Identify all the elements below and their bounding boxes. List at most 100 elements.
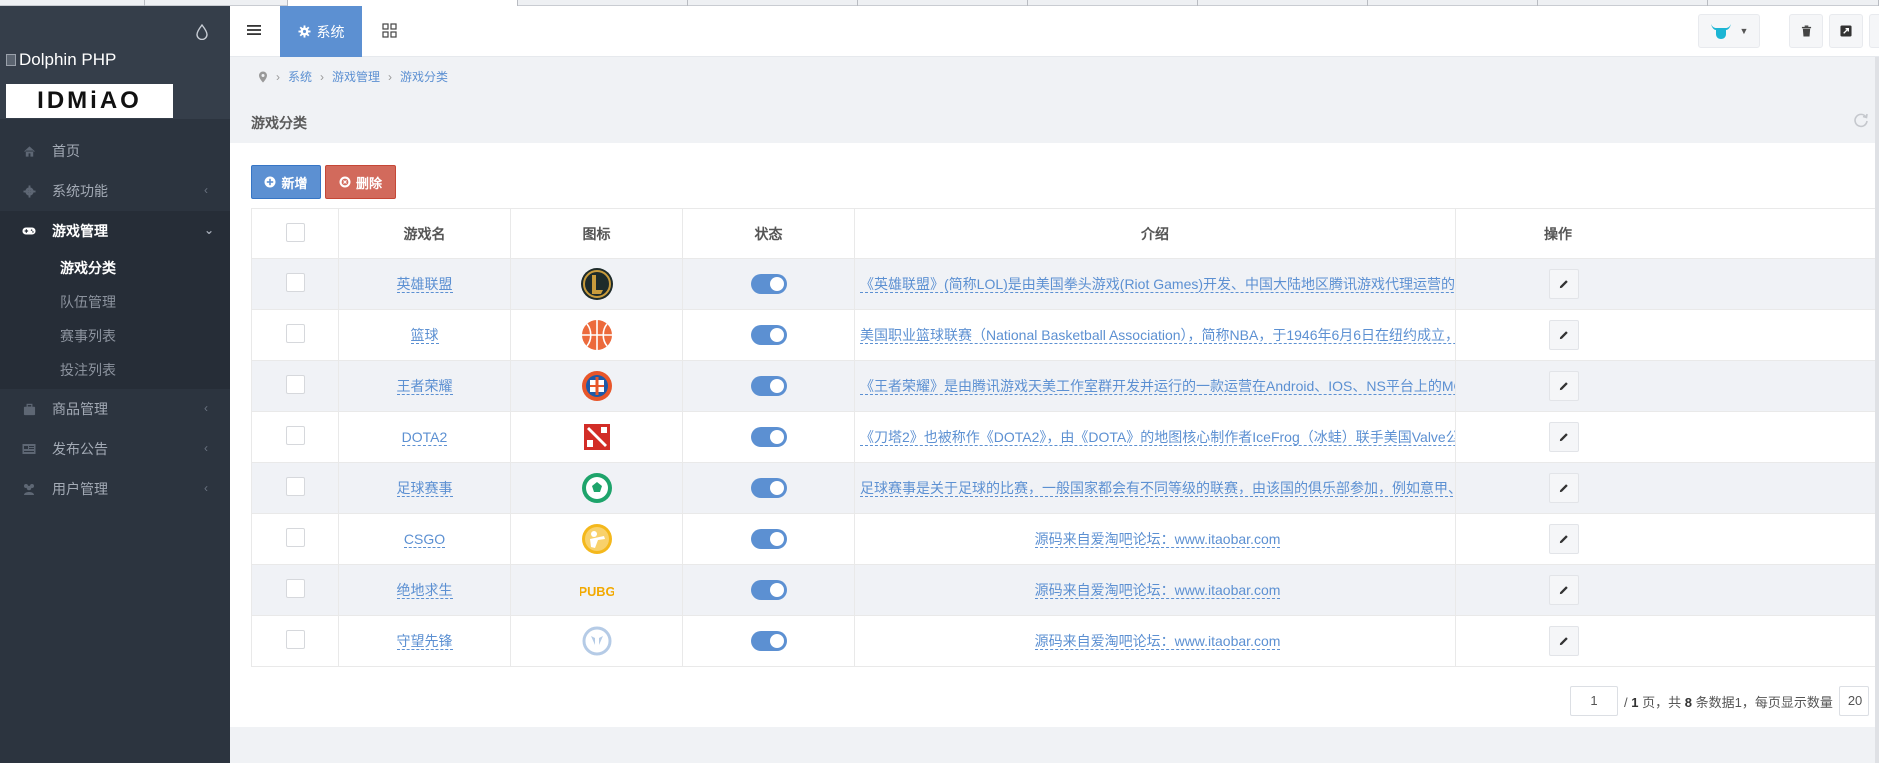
- game-name-cell: DOTA2: [338, 411, 511, 463]
- status-toggle[interactable]: [750, 478, 787, 498]
- theme-drop-icon[interactable]: [196, 24, 208, 40]
- row-checkbox[interactable]: [285, 324, 305, 343]
- intro-cell: 源码来自爱淘吧论坛：www.itaobar.com: [854, 564, 1456, 616]
- browser-tab[interactable]: [1708, 0, 1879, 6]
- honor-of-kings-icon: [581, 371, 612, 401]
- intro-link[interactable]: 《英雄联盟》(简称LOL)是由美国拳头游戏(Riot Games)开发、中国大陆…: [860, 276, 1455, 293]
- menu-toggle-icon[interactable]: [246, 22, 262, 38]
- game-name-link[interactable]: 英雄联盟: [396, 276, 453, 293]
- status-toggle[interactable]: [750, 631, 787, 651]
- page-size-input[interactable]: 20: [1838, 686, 1869, 716]
- gamepad-icon: [22, 224, 36, 238]
- status-toggle[interactable]: [750, 325, 787, 345]
- clear-cache-button[interactable]: [1789, 14, 1823, 48]
- sidebar-subitem-team-management[interactable]: 队伍管理: [0, 285, 230, 319]
- site-logo[interactable]: IDMiAO: [6, 84, 173, 118]
- sidebar-subitem-bet-list[interactable]: 投注列表: [0, 353, 230, 387]
- game-name-link[interactable]: 绝地求生: [396, 582, 453, 599]
- user-menu-button[interactable]: ▼: [1698, 14, 1760, 48]
- browser-tab[interactable]: [0, 0, 145, 6]
- intro-link[interactable]: 《刀塔2》也被称作《DOTA2》，由《DOTA》的地图核心制作者IceFrog（…: [860, 429, 1455, 446]
- browser-tab[interactable]: [518, 0, 688, 6]
- edit-button[interactable]: [1549, 575, 1579, 605]
- browser-tab-active[interactable]: [288, 0, 518, 6]
- sidebar-item-home[interactable]: 首页: [0, 131, 230, 171]
- game-name-link[interactable]: 足球赛事: [396, 480, 453, 497]
- breadcrumb-separator: ›: [320, 69, 325, 84]
- select-all-checkbox[interactable]: [285, 222, 305, 242]
- scrollbar[interactable]: [1875, 57, 1879, 763]
- game-name-link[interactable]: 守望先锋: [396, 633, 453, 650]
- intro-link[interactable]: 源码来自爱淘吧论坛：www.itaobar.com: [1034, 633, 1281, 650]
- chevron-left-icon: ‹: [204, 401, 208, 415]
- breadcrumb-item[interactable]: 游戏管理: [332, 68, 380, 85]
- intro-link[interactable]: 《王者荣耀》是由腾讯游戏天美工作室群开发并运行的一款运营在Android、IOS…: [860, 378, 1455, 395]
- table-row: DOTA2 《刀塔2》也被称作《DOTA2》，由《DOTA》的地图核心制作者Ic…: [251, 411, 1879, 463]
- add-button[interactable]: 新增: [251, 165, 321, 199]
- edit-button[interactable]: [1549, 320, 1579, 350]
- browser-tab[interactable]: [145, 0, 288, 6]
- count-suffix: 条数据1，每页显示数量: [1695, 694, 1833, 710]
- sidebar-subitem-game-category[interactable]: 游戏分类: [0, 251, 230, 285]
- sidebar-item-system[interactable]: 系统功能 ‹: [0, 171, 230, 211]
- edit-button[interactable]: [1549, 473, 1579, 503]
- browser-tab[interactable]: [688, 0, 858, 6]
- status-toggle[interactable]: [750, 529, 787, 549]
- game-icon-cell: [510, 411, 683, 463]
- game-name-link[interactable]: DOTA2: [401, 429, 448, 446]
- open-frontend-button[interactable]: [1829, 14, 1863, 48]
- intro-link[interactable]: 源码来自爱淘吧论坛：www.itaobar.com: [1034, 582, 1281, 599]
- pencil-icon: [1559, 331, 1568, 340]
- breadcrumb-item[interactable]: 游戏分类: [400, 68, 448, 85]
- sidebar-item-product-management[interactable]: 商品管理 ‹: [0, 389, 230, 429]
- sidebar-subitem-match-list[interactable]: 赛事列表: [0, 319, 230, 353]
- intro-link[interactable]: 源码来自爱淘吧论坛：www.itaobar.com: [1034, 531, 1281, 548]
- refresh-icon[interactable]: [1853, 112, 1869, 128]
- row-checkbox[interactable]: [285, 375, 305, 394]
- actions-cell: [1455, 309, 1879, 361]
- column-header-status[interactable]: 状态: [682, 208, 855, 259]
- browser-tab[interactable]: [1368, 0, 1538, 6]
- game-name-link[interactable]: CSGO: [403, 531, 446, 548]
- sidebar-item-announcement[interactable]: 发布公告 ‹: [0, 429, 230, 469]
- column-header-name[interactable]: 游戏名: [338, 208, 511, 259]
- sidebar-item-user-management[interactable]: 用户管理 ‹: [0, 469, 230, 509]
- grid-apps-icon[interactable]: [382, 23, 397, 38]
- browser-tab[interactable]: [1538, 0, 1708, 6]
- actions-cell: [1455, 462, 1879, 514]
- game-name-link[interactable]: 篮球: [410, 327, 439, 344]
- game-category-table: 游戏名 图标 状态 介绍 操作 英雄联盟 《英雄联盟》(简称LOL)是由美国拳头…: [251, 208, 1879, 667]
- row-checkbox[interactable]: [285, 477, 305, 496]
- game-name-link[interactable]: 王者荣耀: [396, 378, 453, 395]
- breadcrumb-item[interactable]: 系统: [288, 68, 312, 85]
- row-checkbox[interactable]: [285, 528, 305, 547]
- sidebar-item-game-management[interactable]: 游戏管理 ⌄: [0, 211, 230, 251]
- row-checkbox[interactable]: [285, 273, 305, 292]
- intro-cell: 足球赛事是关于足球的比赛，一般国家都会有不同等级的联赛，由该国的俱乐部参加，例如…: [854, 462, 1456, 514]
- edit-button[interactable]: [1549, 371, 1579, 401]
- browser-tab[interactable]: [1198, 0, 1368, 6]
- header-edge-button[interactable]: [1869, 14, 1879, 48]
- status-toggle[interactable]: [750, 580, 787, 600]
- status-toggle[interactable]: [750, 376, 787, 396]
- gear-icon: [22, 184, 36, 198]
- browser-tab[interactable]: [858, 0, 1028, 6]
- edit-button[interactable]: [1549, 422, 1579, 452]
- status-toggle[interactable]: [750, 427, 787, 447]
- sidebar-item-label: 系统功能: [52, 183, 108, 199]
- delete-button[interactable]: 删除: [325, 165, 396, 199]
- intro-link[interactable]: 足球赛事是关于足球的比赛，一般国家都会有不同等级的联赛，由该国的俱乐部参加，例如…: [860, 480, 1455, 497]
- status-toggle[interactable]: [750, 274, 787, 294]
- brand-image-alt[interactable]: Dolphin PHP: [6, 50, 116, 70]
- row-checkbox[interactable]: [285, 426, 305, 445]
- browser-tab[interactable]: [1028, 0, 1198, 6]
- tab-system[interactable]: 系统: [280, 6, 362, 57]
- edit-button[interactable]: [1549, 626, 1579, 656]
- row-checkbox[interactable]: [285, 630, 305, 649]
- page-number-input[interactable]: 1: [1570, 686, 1618, 716]
- edit-button[interactable]: [1549, 269, 1579, 299]
- row-checkbox[interactable]: [285, 579, 305, 598]
- game-icon-cell: [510, 462, 683, 514]
- edit-button[interactable]: [1549, 524, 1579, 554]
- intro-link[interactable]: 美国职业篮球联赛（National Basketball Association…: [860, 327, 1455, 344]
